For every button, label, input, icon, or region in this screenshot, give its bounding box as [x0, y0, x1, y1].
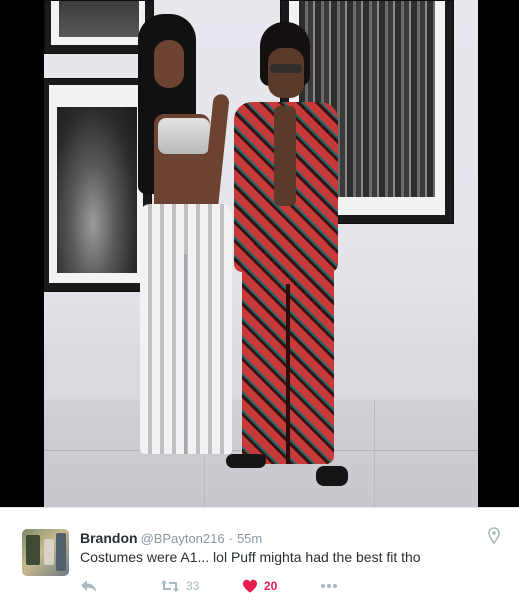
reply-icon [80, 579, 98, 593]
more-icon [320, 583, 338, 589]
tweet-photo[interactable] [44, 0, 478, 507]
display-name[interactable]: Brandon [80, 530, 138, 546]
media-viewer [0, 0, 519, 507]
like-count: 20 [264, 579, 278, 593]
like-button[interactable]: 20 [242, 576, 277, 596]
more-button[interactable] [320, 576, 338, 596]
user-handle[interactable]: @BPayton216 [141, 531, 225, 546]
location-pin-icon[interactable] [488, 527, 500, 545]
person-right [216, 14, 356, 494]
reply-button[interactable] [80, 576, 98, 596]
avatar[interactable] [22, 529, 69, 576]
separator-dot: · [228, 531, 233, 546]
retweet-icon [160, 579, 180, 593]
heart-icon [242, 579, 258, 593]
retweet-count: 33 [186, 579, 200, 593]
tweet-media-view: Brandon @BPayton216 · 55m Costumes were A1.… [0, 0, 519, 614]
timestamp[interactable]: 55m [237, 531, 262, 546]
tweet-header: Brandon @BPayton216 · 55m [80, 529, 262, 547]
tweet-card: Brandon @BPayton216 · 55m Costumes were A1.… [0, 507, 519, 614]
tweet-text: Costumes were A1... lol Puff mighta had … [80, 549, 421, 565]
retweet-button[interactable]: 33 [160, 576, 199, 596]
